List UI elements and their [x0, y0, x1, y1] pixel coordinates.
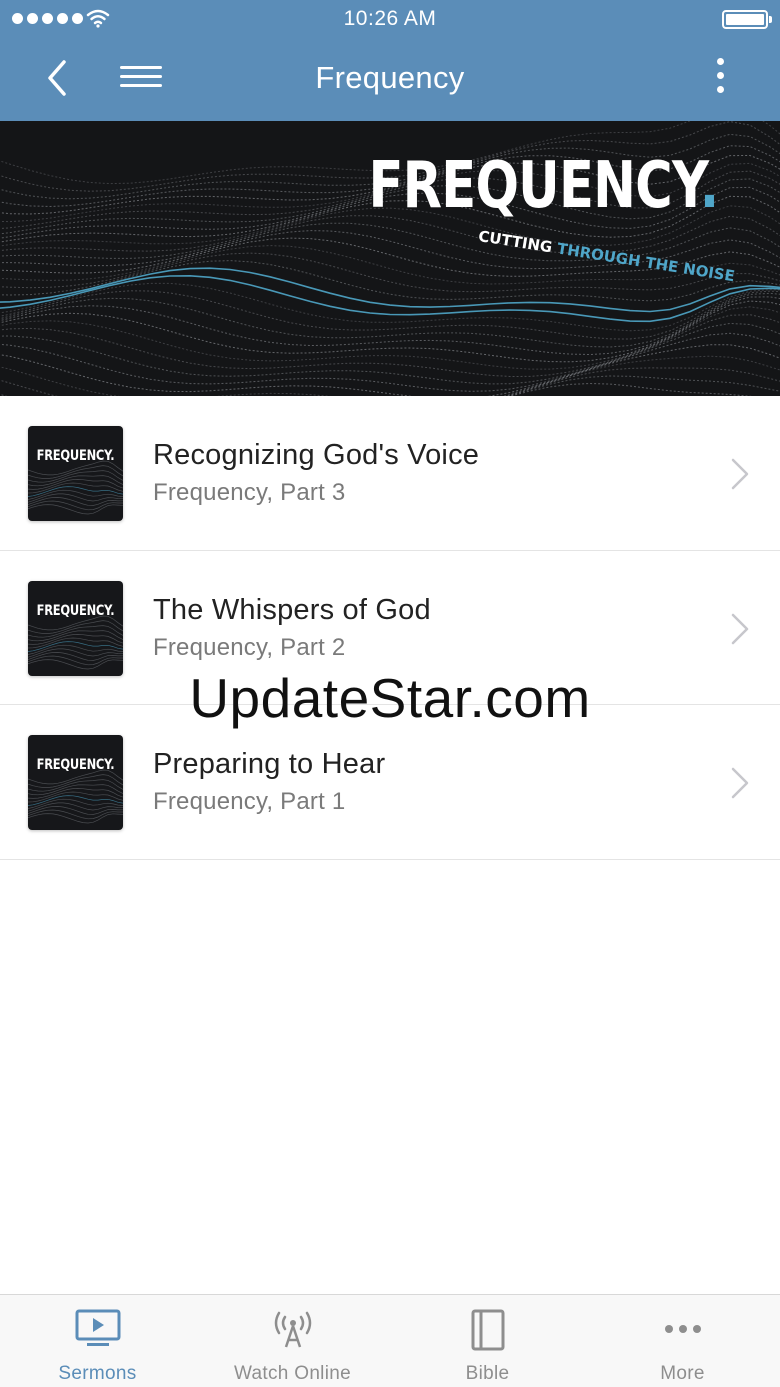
navigation-bar: Frequency	[0, 40, 780, 121]
top-bar: 10:26 AM Frequency	[0, 0, 780, 121]
sermon-title: Preparing to Hear	[153, 748, 386, 780]
thumbnail-wave-line	[28, 497, 123, 506]
sermon-thumbnail: FREQUENCY.	[28, 735, 123, 830]
thumbnail-wave-line	[28, 651, 123, 661]
chevron-right-icon	[731, 458, 749, 490]
banner-wave-line	[0, 267, 780, 313]
thumbnail-wave-line	[28, 479, 123, 490]
banner-brand-text: FREQUENCY	[368, 149, 700, 223]
thumbnail-wave-line	[28, 798, 123, 809]
ellipsis-icon	[664, 1325, 701, 1333]
tab-more[interactable]: More	[585, 1295, 780, 1387]
more-options-icon[interactable]	[702, 58, 738, 102]
banner-brand-dot: .	[699, 149, 718, 223]
thumbnail-wave-line	[28, 489, 123, 500]
thumbnail-brand: FREQUENCY.	[36, 757, 115, 773]
battery-icon	[722, 10, 772, 29]
sermon-row[interactable]: FREQUENCY. Preparing to Hear Frequency, …	[0, 705, 780, 860]
thumbnail-wave-line	[28, 644, 123, 655]
banner-wave-line	[0, 332, 780, 392]
thumbnail-wave-line	[28, 629, 123, 641]
thumbnail-wave-line	[28, 806, 123, 815]
tab-watch-online[interactable]: Watch Online	[195, 1295, 390, 1387]
thumbnail-wave-line	[28, 784, 123, 796]
thumbnail-wave-line	[28, 633, 123, 645]
thumbnail-wave-line	[28, 504, 123, 515]
sermon-thumbnail: FREQUENCY.	[28, 580, 123, 676]
thumbnail-wave-pattern	[28, 769, 123, 824]
book-icon	[471, 1309, 504, 1351]
sermon-row[interactable]: FREQUENCY. The Whispers of God Frequency…	[0, 550, 780, 705]
tab-label: Watch Online	[234, 1363, 351, 1384]
status-time: 10:26 AM	[343, 7, 437, 30]
banner-wave-line	[0, 344, 780, 396]
thumbnail-wave-line	[28, 475, 123, 487]
tv-play-icon	[75, 1309, 120, 1346]
sermon-title: Recognizing God's Voice	[153, 439, 480, 471]
chevron-right-icon	[731, 767, 749, 799]
banner-brand: FREQUENCY.	[368, 149, 719, 223]
thumbnail-wave-pattern	[28, 460, 123, 515]
thumbnail-wave-pattern	[28, 615, 123, 669]
tab-bible[interactable]: Bible	[390, 1295, 585, 1387]
status-bar: 10:26 AM	[0, 0, 780, 40]
banner-wave-line	[0, 306, 780, 370]
sermon-list: FREQUENCY. Recognizing God's Voice Frequ…	[0, 396, 780, 860]
sermon-row[interactable]: FREQUENCY. Recognizing God's Voice Frequ…	[0, 396, 780, 551]
chevron-right-icon	[731, 613, 749, 644]
tab-bar: Sermons Watch Online Bible More	[0, 1294, 780, 1387]
broadcast-tower-icon	[274, 1311, 311, 1348]
page-title: Frequency	[315, 60, 465, 95]
tab-label: Sermons	[58, 1363, 137, 1384]
tab-sermons[interactable]: Sermons	[0, 1295, 195, 1387]
sermon-subtitle: Frequency, Part 3	[153, 479, 346, 506]
sermon-subtitle: Frequency, Part 2	[153, 633, 346, 661]
tab-label: Bible	[465, 1363, 510, 1384]
thumbnail-brand: FREQUENCY.	[36, 448, 115, 464]
banner-wave-line	[0, 375, 780, 396]
banner-wave-line	[0, 367, 780, 396]
series-banner: FREQUENCY. CUTTING THROUGH THE NOISE	[0, 121, 780, 396]
tab-label: More	[660, 1363, 705, 1384]
sermon-title: The Whispers of God	[153, 593, 431, 626]
banner-wave-line	[0, 314, 780, 378]
thumbnail-brand: FREQUENCY.	[36, 602, 115, 619]
hamburger-menu-icon[interactable]	[118, 60, 166, 100]
thumbnail-wave-line	[28, 813, 123, 824]
sermon-subtitle: Frequency, Part 1	[153, 788, 346, 815]
back-chevron-icon[interactable]	[36, 56, 80, 100]
thumbnail-wave-line	[28, 788, 123, 799]
thumbnail-wave-line	[28, 658, 123, 669]
sermon-thumbnail: FREQUENCY.	[28, 426, 123, 521]
